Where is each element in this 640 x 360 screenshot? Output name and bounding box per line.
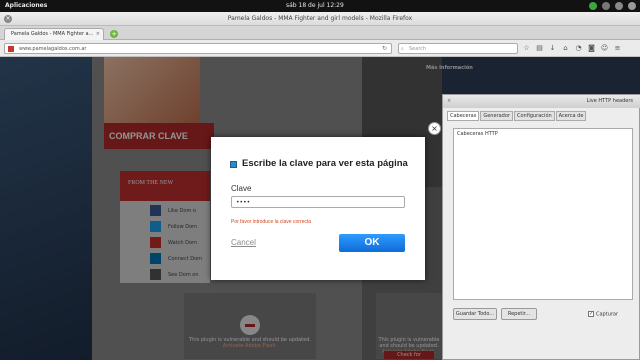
lock-icon	[230, 161, 237, 168]
download-icon[interactable]: ↓	[548, 43, 557, 53]
search-placeholder: Search	[409, 46, 427, 52]
url-bar[interactable]: www.pamelagaldos.com.ar ↻	[4, 43, 392, 54]
password-label: Clave	[231, 184, 252, 193]
tab-title: Pamela Galdos - MMA Fighter a...	[11, 31, 94, 37]
tab-close-icon[interactable]: ×	[96, 29, 100, 40]
reading-list-icon[interactable]: ▤	[535, 43, 544, 53]
site-favicon-icon	[8, 46, 14, 52]
live-http-titlebar: × Live HTTP headers	[443, 95, 640, 108]
toolbar-icons: ☆ ▤ ↓ ⌂ ◔ ◙ ☺ ≡	[522, 43, 622, 53]
pocket-icon[interactable]: ◙	[587, 43, 596, 53]
checkbox-checked-icon: ✓	[588, 311, 594, 317]
error-message: Por favor introduce la clave correcta	[231, 219, 312, 225]
extension-icon[interactable]: ☺	[600, 43, 609, 53]
tab-configuracion[interactable]: Configuración	[513, 111, 555, 121]
search-input[interactable]: ⌕ Search	[398, 43, 518, 54]
home-icon[interactable]: ⌂	[561, 43, 570, 53]
repeat-button[interactable]: Repetir...	[501, 308, 537, 320]
volume-icon[interactable]	[615, 2, 623, 10]
url-text: www.pamelagaldos.com.ar	[19, 46, 87, 52]
network-icon[interactable]	[602, 2, 610, 10]
menu-icon[interactable]: ≡	[613, 43, 622, 53]
chat-icon[interactable]: ◔	[574, 43, 583, 53]
live-http-tabs: Cabeceras Generador Configuración Acerca…	[447, 111, 587, 121]
password-field[interactable]: ••••	[231, 196, 405, 208]
capture-checkbox[interactable]: ✓ Capturar	[588, 311, 618, 318]
tab-cabeceras[interactable]: Cabeceras	[447, 111, 480, 121]
ok-button[interactable]: OK	[339, 234, 405, 252]
clock[interactable]: sáb 18 de jul 12:29	[286, 2, 344, 9]
applications-menu[interactable]: Aplicaciones	[5, 2, 47, 9]
power-icon[interactable]	[628, 2, 636, 10]
dialog-close-icon[interactable]: ×	[428, 122, 441, 135]
browser-tab[interactable]: Pamela Galdos - MMA Fighter a... ×	[4, 28, 104, 40]
window-close-icon[interactable]: ×	[4, 15, 12, 23]
live-http-headers-window: × Live HTTP headers Cabeceras Generador …	[442, 94, 640, 360]
bookmark-star-icon[interactable]: ☆	[522, 43, 531, 53]
update-icon[interactable]	[589, 2, 597, 10]
http-headers-heading: Cabeceras HTTP	[457, 131, 498, 137]
navigation-bar: www.pamelagaldos.com.ar ↻ ⌕ Search ☆ ▤ ↓…	[0, 40, 640, 57]
tab-acerca-de[interactable]: Acerca de	[555, 111, 587, 121]
search-icon: ⌕	[401, 46, 404, 52]
window-close-icon[interactable]: ×	[447, 95, 451, 108]
live-http-title: Live HTTP headers	[586, 98, 633, 104]
capture-label: Capturar	[596, 311, 619, 318]
window-titlebar: × Pamela Galdos - MMA Fighter and girl m…	[0, 12, 640, 26]
cancel-link[interactable]: Cancel	[231, 238, 256, 247]
reload-icon[interactable]: ↻	[382, 44, 387, 54]
system-top-bar: Aplicaciones sáb 18 de jul 12:29	[0, 0, 640, 12]
tab-generador[interactable]: Generador	[480, 111, 513, 121]
window-title: Pamela Galdos - MMA Fighter and girl mod…	[227, 15, 413, 22]
system-tray	[589, 1, 636, 11]
dialog-title: Escribe la clave para ver esta página	[242, 158, 408, 169]
tab-strip: Pamela Galdos - MMA Fighter a... × +	[0, 26, 640, 40]
save-all-button[interactable]: Guardar Todo...	[453, 308, 497, 320]
password-dialog: × Escribe la clave para ver esta página …	[211, 122, 441, 280]
new-tab-icon[interactable]: +	[110, 30, 118, 38]
http-headers-panel[interactable]: Cabeceras HTTP	[453, 128, 633, 300]
